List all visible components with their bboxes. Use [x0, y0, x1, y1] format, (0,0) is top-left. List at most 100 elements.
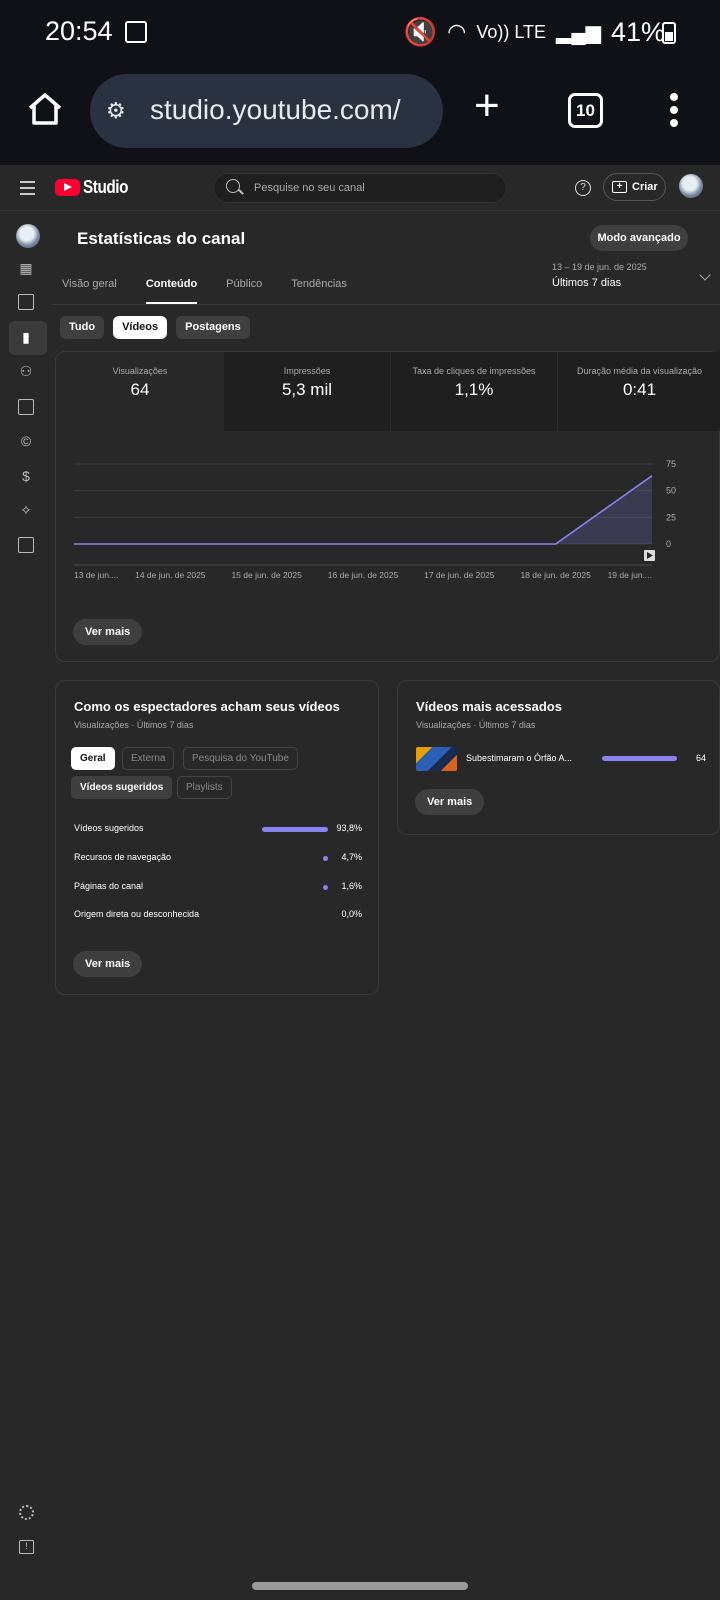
metric-views[interactable]: Visualizações 64 — [56, 352, 224, 431]
home-indicator[interactable] — [252, 1582, 468, 1590]
feedback-icon[interactable]: ! — [19, 1540, 34, 1554]
audio-library-icon[interactable] — [18, 537, 34, 553]
subtitles-icon[interactable] — [18, 399, 34, 415]
traffic-row: Origem direta ou desconhecida 0,0% — [74, 909, 362, 923]
metric-value: 1,1% — [454, 380, 494, 399]
card-subtitle: Visualizações · Últimos 7 dias — [416, 720, 536, 730]
create-plus-icon: + — [612, 181, 627, 193]
chip-playlists[interactable]: Playlists — [177, 776, 232, 799]
chip-suggested-videos[interactable]: Vídeos sugeridos — [71, 776, 173, 799]
battery-percent: 41% — [610, 16, 665, 47]
dashboard-icon[interactable]: ▦ — [18, 260, 34, 276]
wifi-icon: ◠ — [447, 19, 467, 44]
monetization-icon[interactable]: $ — [18, 468, 34, 484]
x-tick-label: 14 de jun. de 2025 — [135, 570, 206, 580]
see-more-button[interactable]: Ver mais — [73, 619, 143, 645]
metric-ctr[interactable]: Taxa de cliques de impressões 1,1% — [390, 352, 557, 431]
traffic-source-name: Recursos de navegação — [74, 852, 172, 862]
copyright-icon[interactable]: © — [18, 433, 34, 449]
views-chart: 75 50 25 0 13 de jun.... 14 de jun. de 2025 15… — [74, 459, 676, 580]
x-tick-label: 17 de jun. de 2025 — [424, 570, 495, 580]
chip-general[interactable]: Geral — [71, 747, 115, 770]
video-thumbnail[interactable] — [416, 747, 457, 771]
metric-value: 0:41 — [622, 380, 657, 399]
x-tick-label: 19 de jun.... — [608, 570, 652, 580]
chip-all[interactable]: Tudo — [60, 316, 105, 339]
youtube-logo-icon — [55, 179, 80, 196]
status-icons: 🔇 ◠ Vo)) LTE ▂▄▆ 41% — [403, 16, 665, 48]
studio-header: Studio Pesquise no seu canal ? + Criar — [0, 165, 720, 211]
traffic-bar — [323, 885, 328, 890]
traffic-pct: 0,0% — [341, 909, 362, 919]
traffic-sources-card: Como os espectadores acham seus vídeos V… — [55, 680, 379, 995]
traffic-source-name: Vídeos sugeridos — [74, 823, 144, 833]
traffic-row: Recursos de navegação 4,7% — [74, 852, 362, 866]
chip-youtube-search[interactable]: Pesquisa do YouTube — [183, 747, 298, 770]
logo-text: Studio — [83, 177, 129, 197]
analytics-tabs: Visão geral Conteúdo Público Tendências — [62, 278, 347, 305]
customization-icon[interactable]: ✧ — [18, 502, 34, 518]
metric-label: Impressões — [283, 366, 331, 376]
video-title[interactable]: Subestimaram o Órfão A... — [466, 753, 572, 763]
site-settings-icon[interactable]: ⚙ — [106, 98, 126, 124]
traffic-pct: 4,7% — [341, 852, 362, 862]
metric-label: Duração média da visualização — [576, 366, 703, 376]
home-icon[interactable] — [26, 90, 64, 128]
metrics-card: Visualizações 64 Impressões 5,3 mil Taxa… — [55, 351, 720, 662]
help-icon[interactable]: ? — [575, 180, 591, 196]
traffic-row: Páginas do canal 1,6% — [74, 881, 362, 895]
analytics-icon[interactable]: ▮ — [18, 329, 34, 345]
account-avatar[interactable] — [679, 174, 703, 198]
signal-icon: ▂▄▆ — [556, 21, 601, 44]
studio-logo[interactable]: Studio — [55, 177, 136, 198]
status-time: 20:54 — [45, 16, 113, 46]
top-videos-card: Vídeos mais acessados Visualizações · Úl… — [397, 680, 720, 835]
new-tab-button[interactable]: + — [474, 84, 500, 128]
left-nav: ▦ ▮ ⚇ © $ ✧ — [0, 212, 52, 1600]
x-tick-label: 16 de jun. de 2025 — [328, 570, 399, 580]
search-placeholder: Pesquise no seu canal — [254, 182, 365, 194]
volte-icon: Vo)) LTE — [476, 21, 547, 42]
hamburger-menu-icon[interactable] — [20, 181, 35, 199]
tab-content[interactable]: Conteúdo — [145, 278, 198, 305]
settings-icon[interactable] — [19, 1505, 34, 1520]
chip-videos[interactable]: Vídeos — [113, 316, 168, 339]
metric-label: Taxa de cliques de impressões — [412, 366, 536, 376]
chip-posts[interactable]: Postagens — [176, 316, 250, 339]
tab-overview[interactable]: Visão geral — [62, 278, 117, 290]
traffic-source-name: Páginas do canal — [74, 881, 144, 891]
chart-area — [74, 475, 652, 544]
mute-icon: 🔇 — [403, 17, 438, 47]
x-tick-label: 13 de jun.... — [74, 570, 118, 580]
status-bar: 20:54 🔇 ◠ Vo)) LTE ▂▄▆ 41% — [0, 12, 720, 52]
y-tick-label: 50 — [666, 486, 676, 496]
date-range-picker[interactable]: 13 – 19 de jun. de 2025 Últimos 7 dias — [552, 262, 647, 289]
browser-menu-button[interactable] — [670, 93, 678, 132]
chevron-down-icon[interactable] — [699, 269, 711, 281]
community-icon[interactable]: ⚇ — [18, 363, 34, 379]
tab-audience[interactable]: Público — [226, 278, 262, 290]
tab-trends[interactable]: Tendências — [291, 278, 347, 290]
see-more-button[interactable]: Ver mais — [73, 951, 143, 977]
see-more-button[interactable]: Ver mais — [415, 789, 485, 815]
chart-series-line — [74, 475, 653, 545]
video-views-bar — [602, 756, 677, 761]
traffic-source-name: Origem direta ou desconhecida — [74, 909, 200, 919]
top-video-row[interactable]: Subestimaram o Órfão A... 64 — [416, 747, 706, 771]
tab-switcher-button[interactable]: 10 — [568, 93, 603, 128]
page-title: Estatísticas do canal — [77, 229, 246, 248]
metric-avg-duration[interactable]: Duração média da visualização 0:41 — [557, 352, 720, 431]
content-type-chips: Tudo Vídeos Postagens — [60, 316, 250, 339]
traffic-row: Vídeos sugeridos 93,8% — [74, 823, 362, 837]
metric-impressions[interactable]: Impressões 5,3 mil — [224, 352, 390, 431]
content-icon[interactable] — [18, 294, 34, 310]
gallery-icon — [125, 21, 147, 43]
url-text[interactable]: studio.youtube.com/ — [150, 94, 438, 126]
search-input[interactable]: Pesquise no seu canal — [213, 173, 507, 203]
advanced-mode-button[interactable]: Modo avançado — [590, 225, 688, 251]
chip-external[interactable]: Externa — [122, 747, 175, 770]
create-button[interactable]: + Criar — [603, 173, 666, 201]
channel-avatar[interactable] — [16, 224, 40, 248]
address-bar[interactable]: ⚙ studio.youtube.com/ — [90, 74, 443, 148]
traffic-pct: 1,6% — [341, 881, 362, 891]
